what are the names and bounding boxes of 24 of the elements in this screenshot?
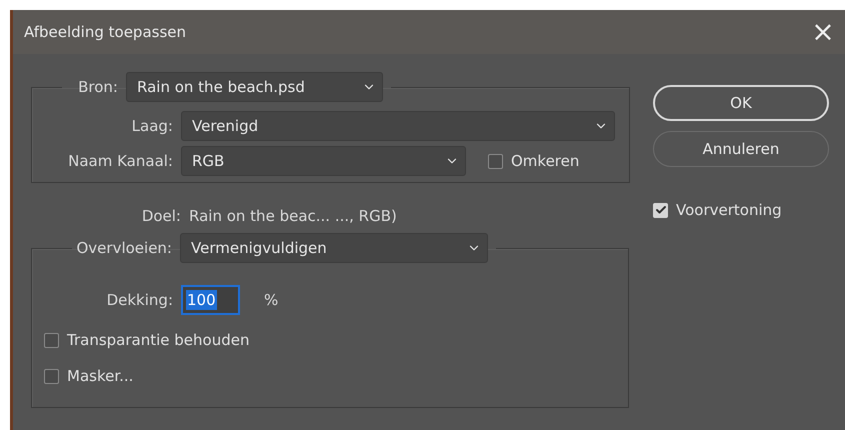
target-value: Rain on the beac... ..., RGB) (189, 207, 397, 225)
checkbox-box[interactable] (44, 368, 59, 384)
opacity-field[interactable]: 100 (181, 285, 240, 315)
window-title: Afbeelding toepassen (24, 23, 186, 41)
source-dropdown[interactable]: Rain on the beach.psd (126, 72, 383, 102)
checkbox[interactable]: Omkeren (488, 152, 580, 170)
opacity-label: Dekking: (106, 291, 173, 309)
checkbox-box[interactable] (488, 154, 503, 168)
close-button[interactable]: × (811, 20, 835, 44)
checkbox[interactable]: Masker... (44, 367, 134, 385)
blending-dropdown[interactable]: Vermenigvuldigen (180, 233, 488, 263)
checkbox[interactable]: Transparantie behouden (44, 331, 250, 349)
ok-button[interactable]: OK (653, 85, 829, 121)
checkbox-box[interactable] (44, 332, 59, 348)
channel-dropdown[interactable]: RGB (181, 146, 466, 176)
layer-label: Laag: (130, 117, 173, 135)
channel-label: Naam Kanaal: (67, 152, 173, 170)
checkbox[interactable]: Voorvertoning (653, 201, 829, 219)
layer-dropdown[interactable]: Verenigd (181, 111, 615, 141)
target-label: Doel: (140, 207, 181, 225)
blending-label: Overvloeien: (76, 239, 172, 257)
percent-unit: % (264, 291, 278, 309)
source-label: Bron: (77, 78, 118, 96)
cancel-button[interactable]: Annuleren (653, 131, 829, 167)
